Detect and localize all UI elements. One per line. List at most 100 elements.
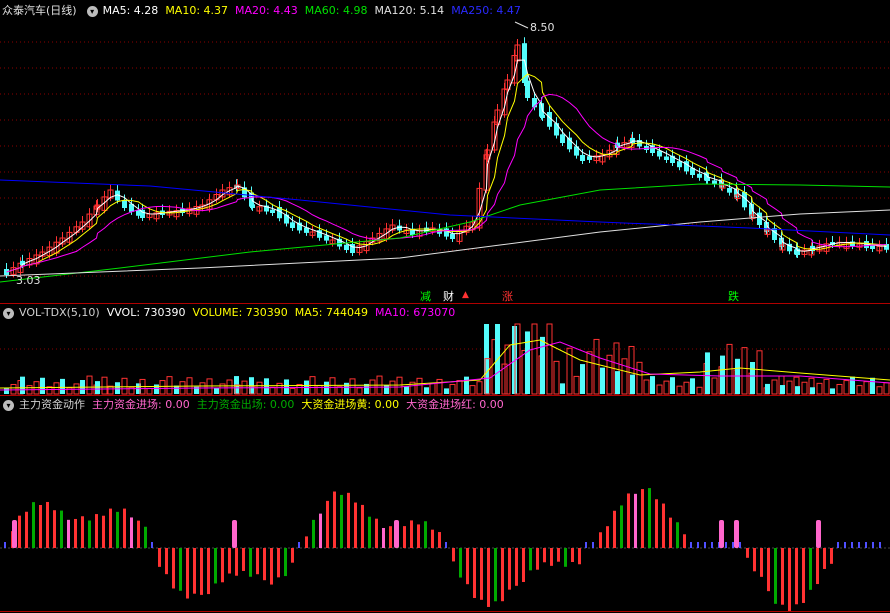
volume-bar — [656, 384, 663, 395]
volume-bar — [404, 386, 409, 394]
volume-bar — [166, 376, 173, 395]
fund-bar — [522, 548, 525, 583]
fund-bar — [669, 517, 672, 548]
volume-bar — [154, 384, 159, 394]
panel-divider — [0, 611, 890, 612]
fund-bar — [683, 534, 686, 548]
signal-zhang: 涨 — [502, 290, 513, 303]
collapse-toggle-icon[interactable]: ▾ — [3, 399, 14, 411]
volume-bar — [780, 385, 785, 394]
fund-bar — [816, 548, 819, 585]
volume-bar — [670, 377, 675, 394]
ma5-line — [6, 59, 887, 273]
fund-bar — [641, 489, 644, 548]
collapse-toggle-icon[interactable]: ▾ — [86, 5, 98, 17]
signal-die: 跌 — [728, 290, 739, 303]
fund-bar — [144, 526, 147, 548]
signal-jian: 减 — [420, 290, 431, 303]
volume-bar — [214, 387, 219, 394]
fund-bar — [452, 548, 455, 562]
signal-cai: 财 — [443, 290, 454, 303]
fund-bar — [200, 548, 203, 595]
volume-bar — [870, 377, 875, 394]
panel-divider — [0, 395, 890, 396]
fund-bar — [116, 511, 119, 548]
volume-bar — [10, 383, 17, 395]
volume-bar — [60, 378, 65, 394]
fund-bar — [809, 548, 812, 590]
volume-bar — [850, 376, 855, 394]
candle-down — [560, 134, 565, 143]
fund-bar — [438, 532, 441, 548]
ma5-value: MA5: 4.28 — [102, 4, 159, 17]
fund-bar — [186, 548, 189, 599]
candle-down — [525, 80, 530, 98]
volume-bar — [816, 382, 823, 395]
volume-bar — [531, 323, 538, 395]
fund-bar — [53, 510, 56, 548]
candle-down — [757, 212, 762, 225]
fund-bar — [263, 548, 266, 581]
volume-bar — [115, 382, 120, 394]
volume-bar — [856, 385, 863, 395]
fund-bar — [326, 500, 329, 548]
high-price-label: 8.50 — [530, 21, 555, 34]
fund-bar — [165, 548, 168, 575]
candle-down — [270, 209, 275, 213]
fund-bar — [557, 548, 560, 562]
fund-bar — [382, 527, 385, 548]
fund-bar — [564, 548, 567, 567]
collapse-toggle-icon[interactable]: ▾ — [3, 307, 14, 319]
fund-bar — [18, 515, 21, 548]
panel-divider — [0, 303, 890, 304]
fund-tick — [445, 542, 447, 548]
fund-tick — [739, 542, 741, 548]
volume-bar — [560, 383, 565, 394]
volume-bar — [329, 377, 336, 395]
candle-down — [664, 156, 669, 160]
fund-bar — [389, 526, 392, 548]
fund-tick — [879, 542, 881, 548]
ma250-value: MA250: 4.47 — [451, 4, 521, 17]
fund-bar — [753, 548, 756, 572]
volume-bar — [683, 381, 690, 395]
volume-bar — [449, 383, 456, 395]
volume-bar — [349, 378, 356, 395]
fund-bar — [81, 516, 84, 548]
fund-bar — [627, 493, 630, 548]
fund-tick — [844, 542, 846, 548]
fund-bar — [228, 548, 231, 574]
candle-down — [705, 177, 710, 181]
fund-bar — [340, 494, 343, 548]
ma10-line — [6, 73, 887, 273]
fund-bar — [501, 548, 504, 602]
volume-bar — [771, 379, 778, 395]
fund-bar — [473, 548, 476, 598]
fund-bar — [60, 510, 63, 548]
volume-bar — [643, 379, 650, 395]
volume-bar — [883, 382, 890, 395]
fund-bar — [333, 491, 336, 548]
volume-bar — [705, 352, 710, 394]
ma120-value: MA120: 5.14 — [374, 4, 445, 17]
fund-tick — [872, 542, 874, 548]
fund-bar — [375, 518, 378, 548]
volume-bar — [593, 338, 600, 395]
vol-ma5-value: MA5: 744049 — [294, 306, 369, 319]
fund-bar — [305, 536, 308, 548]
fund-bar — [249, 548, 252, 577]
ma60-value: MA60: 4.98 — [304, 4, 368, 17]
fund-indicator-name: 主力资金动作 — [19, 398, 85, 411]
fund-bar — [802, 548, 805, 603]
volume-bar — [836, 383, 843, 395]
fund-tick — [151, 542, 153, 548]
volume-bar — [720, 355, 725, 394]
volume-bar — [621, 358, 628, 395]
volume-bar — [786, 380, 793, 395]
fund-bar — [137, 520, 140, 548]
low-price-label: 3.03 — [16, 274, 41, 287]
fund-bar — [88, 520, 91, 548]
fund-tick — [704, 542, 706, 548]
volume-bar — [580, 364, 585, 394]
fund-bar — [312, 519, 315, 548]
